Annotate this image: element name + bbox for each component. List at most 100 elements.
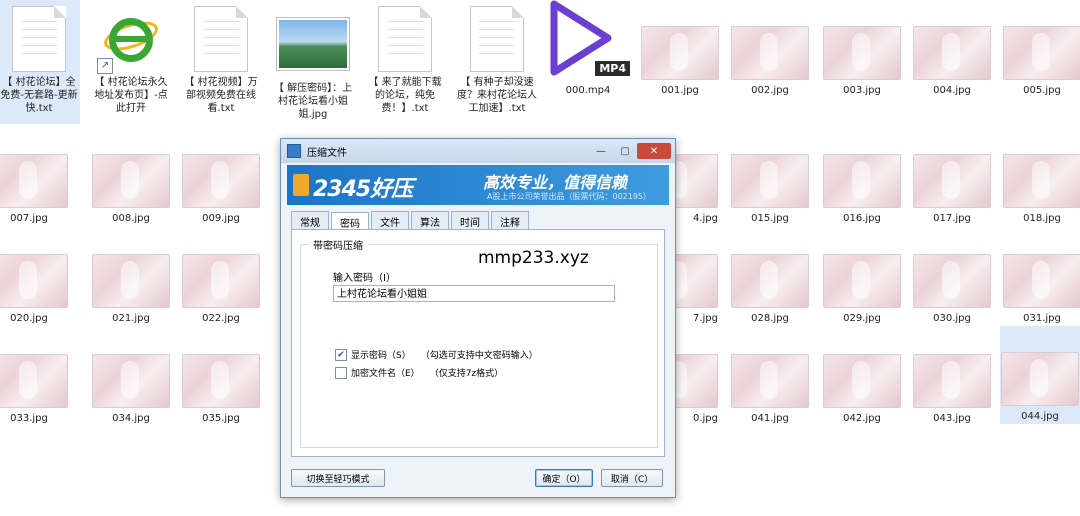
tab-time[interactable]: 时间: [451, 211, 489, 231]
brand-slogan: 高效专业，值得信赖: [483, 173, 628, 192]
text-file-icon: [194, 6, 248, 72]
image-file[interactable]: 034.jpg: [92, 354, 170, 425]
minimize-button[interactable]: —: [589, 143, 613, 159]
image-thumbnail: [1003, 254, 1080, 308]
image-thumbnail: [182, 354, 260, 408]
ok-button[interactable]: 确定（O）: [535, 469, 593, 487]
image-thumbnail: [731, 154, 809, 208]
tab-general[interactable]: 常规: [291, 211, 329, 231]
watermark-text: mmp233.xyz: [478, 248, 589, 268]
image-file[interactable]: 029.jpg: [823, 254, 901, 325]
image-file[interactable]: 005.jpg: [1003, 26, 1080, 97]
app-icon: [287, 144, 301, 158]
image-thumbnail: [731, 354, 809, 408]
image-file[interactable]: 020.jpg: [0, 254, 68, 325]
image-file[interactable]: 035.jpg: [182, 354, 260, 425]
dialog-titlebar[interactable]: 压缩文件 — ▢ ✕: [281, 139, 675, 163]
cancel-button[interactable]: 取消（C）: [601, 469, 663, 487]
image-thumbnail: [823, 254, 901, 308]
tab-comment[interactable]: 注释: [491, 211, 529, 231]
file-label: 0.jpg: [692, 413, 718, 424]
image-thumbnail: [823, 26, 901, 80]
text-file-icon: [12, 6, 66, 72]
switch-mode-button[interactable]: 切换至轻巧模式: [291, 469, 385, 487]
file-txt-4[interactable]: 【 有种子却没速度？来村花论坛人工加速】.txt: [456, 0, 538, 115]
file-shortcut[interactable]: ↗ 【 村花论坛永久地址发布页】-点此打开: [90, 0, 172, 115]
show-password-checkbox[interactable]: ✔ 显示密码（S） （勾选可支持中文密码输入）: [335, 348, 538, 361]
image-file[interactable]: 033.jpg: [0, 354, 68, 425]
image-file[interactable]: 017.jpg: [913, 154, 991, 225]
image-thumbnail: [641, 26, 719, 80]
image-file[interactable]: 007.jpg: [0, 154, 68, 225]
file-label: 031.jpg: [1023, 313, 1061, 324]
image-file[interactable]: 031.jpg: [1003, 254, 1080, 325]
file-mp4[interactable]: MP4 000.mp4: [546, 0, 630, 97]
image-file[interactable]: 018.jpg: [1003, 154, 1080, 225]
file-label: 044.jpg: [1021, 411, 1059, 422]
file-label: 【 有种子却没速度？来村花论坛人工加速】.txt: [457, 77, 537, 114]
file-label: 021.jpg: [112, 313, 150, 324]
image-thumbnail: [913, 354, 991, 408]
file-label: 002.jpg: [751, 85, 789, 96]
file-label: 018.jpg: [1023, 213, 1061, 224]
file-label: 029.jpg: [843, 313, 881, 324]
encrypt-names-checkbox[interactable]: 加密文件名（E） （仅支持7z格式）: [335, 366, 503, 379]
file-label: 017.jpg: [933, 213, 971, 224]
landscape-image-icon: [277, 18, 349, 70]
file-label: 007.jpg: [10, 213, 48, 224]
file-label: 004.jpg: [933, 85, 971, 96]
mp4-badge: MP4: [595, 61, 630, 76]
dialog-title: 压缩文件: [307, 147, 347, 159]
image-thumbnail: [0, 254, 68, 308]
file-jpg-password[interactable]: 【 解压密码】：上村花论坛看小姐姐.jpg: [272, 0, 354, 121]
image-file[interactable]: 004.jpg: [913, 26, 991, 97]
tab-files[interactable]: 文件: [371, 211, 409, 231]
file-label: 042.jpg: [843, 413, 881, 424]
image-thumbnail: [92, 254, 170, 308]
file-txt-3[interactable]: 【 来了就能下载的论坛，纯免费！】.txt: [364, 0, 446, 115]
image-file[interactable]: 041.jpg: [731, 354, 809, 425]
password-input[interactable]: 上村花论坛看小姐姐: [333, 285, 615, 302]
image-file[interactable]: 028.jpg: [731, 254, 809, 325]
image-thumbnail: [823, 154, 901, 208]
image-file[interactable]: 009.jpg: [182, 154, 260, 225]
image-thumbnail: [92, 354, 170, 408]
ie-shortcut-icon: ↗: [97, 12, 162, 74]
image-file[interactable]: 002.jpg: [731, 26, 809, 97]
brand-banner: 2345好压 高效专业，值得信赖 A股上市公司荣誉出品（股票代码：002195）: [287, 165, 669, 205]
file-label: 009.jpg: [202, 213, 240, 224]
brand-subtitle: A股上市公司荣誉出品（股票代码：002195）: [487, 192, 652, 201]
file-label: 【 村花论坛永久地址发布页】-点此打开: [94, 77, 168, 114]
maximize-button[interactable]: ▢: [613, 143, 637, 159]
image-file[interactable]: 021.jpg: [92, 254, 170, 325]
image-file[interactable]: 022.jpg: [182, 254, 260, 325]
file-label: 015.jpg: [751, 213, 789, 224]
group-title: 带密码压缩: [309, 237, 367, 252]
image-file[interactable]: 042.jpg: [823, 354, 901, 425]
file-label: 005.jpg: [1023, 85, 1061, 96]
image-file[interactable]: 043.jpg: [913, 354, 991, 425]
tab-algorithm[interactable]: 算法: [411, 211, 449, 231]
image-thumbnail: [1001, 352, 1079, 406]
image-thumbnail: [731, 254, 809, 308]
file-label: 008.jpg: [112, 213, 150, 224]
file-txt-1[interactable]: 【 村花论坛】全免费-无套路-更新快.txt: [0, 0, 80, 124]
image-file[interactable]: 015.jpg: [731, 154, 809, 225]
image-file[interactable]: 003.jpg: [823, 26, 901, 97]
image-thumbnail: [1003, 26, 1080, 80]
text-file-icon: [378, 6, 432, 72]
show-password-label: 显示密码（S）: [351, 351, 411, 361]
image-thumbnail: [731, 26, 809, 80]
file-label: 016.jpg: [843, 213, 881, 224]
image-file-selected[interactable]: 044.jpg: [1000, 326, 1080, 424]
image-thumbnail: [1003, 154, 1080, 208]
image-file[interactable]: 030.jpg: [913, 254, 991, 325]
file-label: 001.jpg: [661, 85, 699, 96]
image-file[interactable]: 008.jpg: [92, 154, 170, 225]
image-thumbnail: [913, 154, 991, 208]
file-txt-2[interactable]: 【 村花视频】万部视频免费在线看.txt: [180, 0, 262, 115]
image-file[interactable]: 016.jpg: [823, 154, 901, 225]
archive-logo-icon: [293, 174, 309, 196]
image-file[interactable]: 001.jpg: [641, 26, 719, 97]
close-button[interactable]: ✕: [637, 143, 671, 159]
